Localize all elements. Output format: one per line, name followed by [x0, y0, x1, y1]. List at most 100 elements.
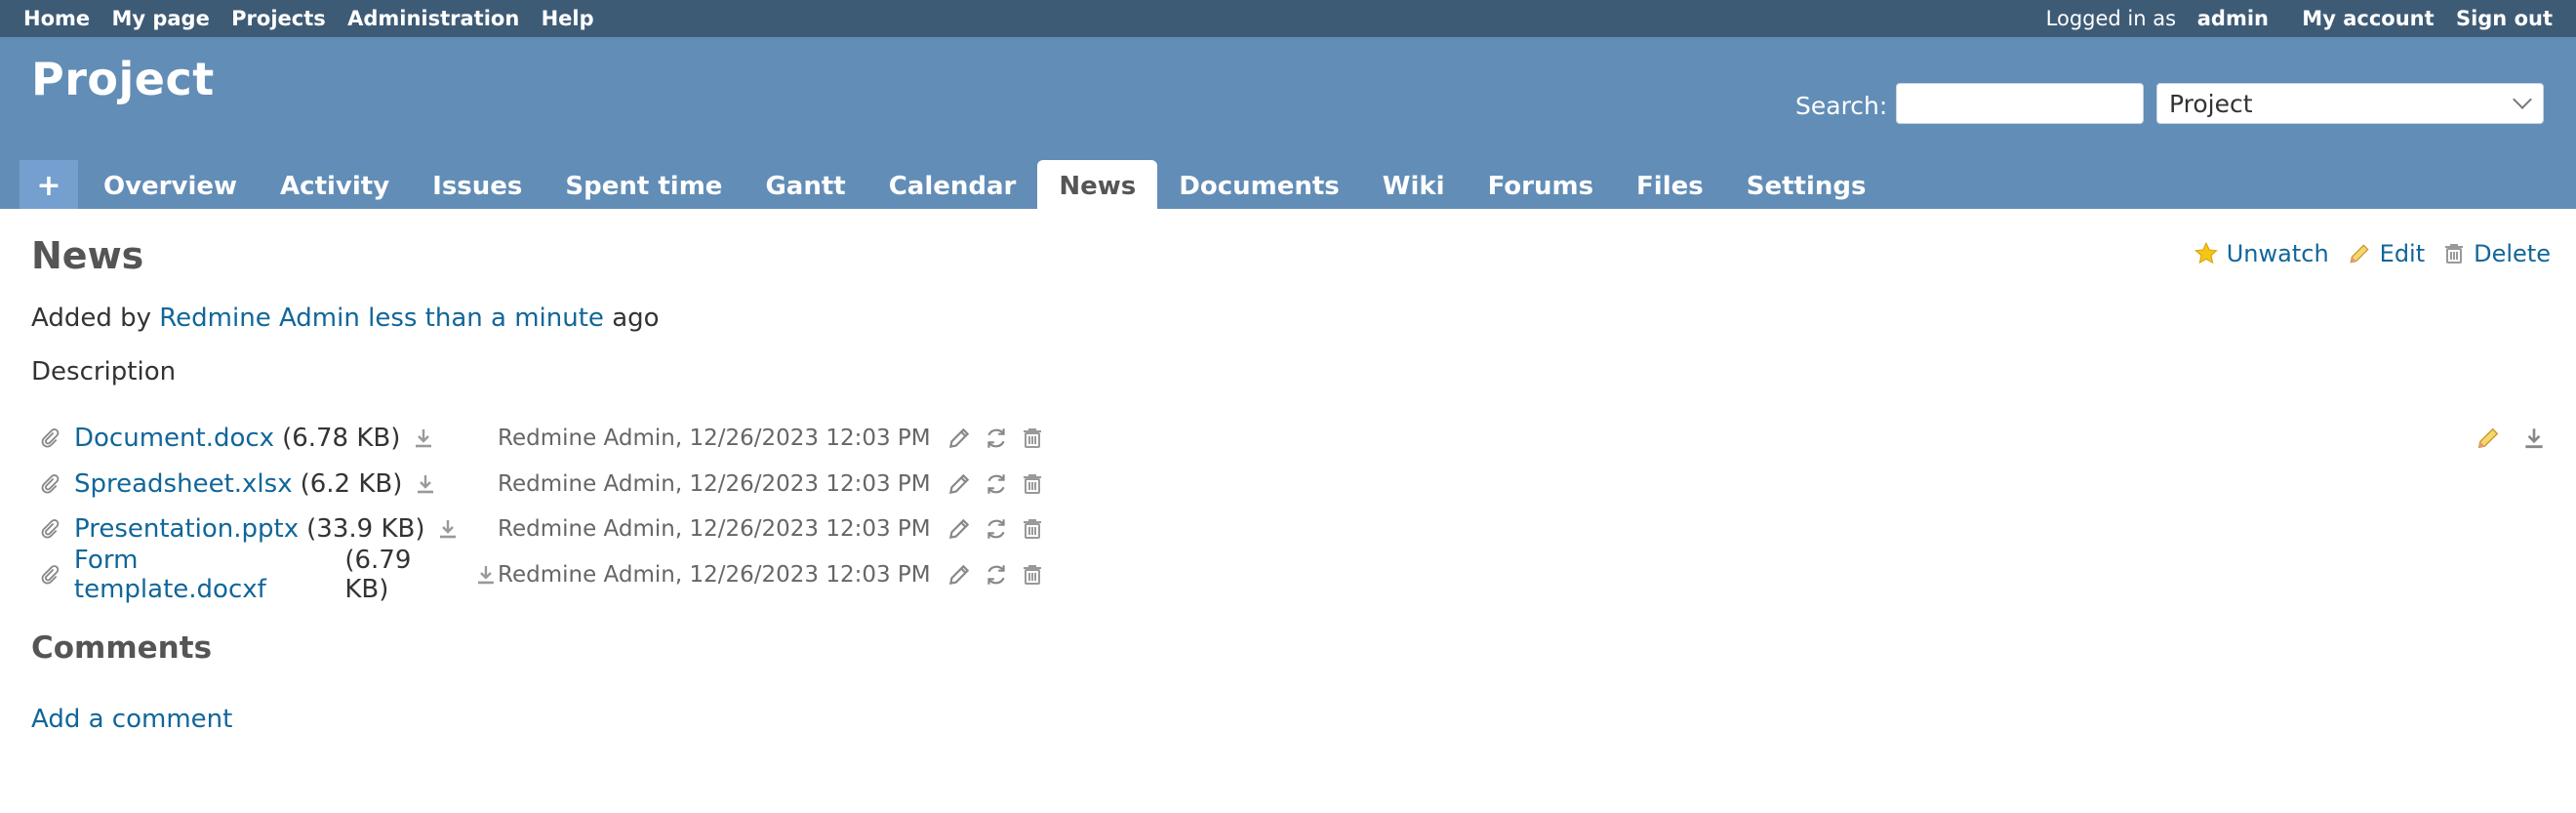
- top-menu-home[interactable]: Home: [23, 7, 90, 30]
- news-actions: Unwatch Edit Delete: [2176, 240, 2551, 267]
- unwatch-button[interactable]: Unwatch: [2194, 240, 2329, 267]
- tab-gantt[interactable]: Gantt: [744, 160, 866, 209]
- edit-button[interactable]: Edit: [2347, 240, 2425, 267]
- attachment-link[interactable]: Document.docx: [74, 424, 274, 453]
- attachment-row: Spreadsheet.xlsx (6.2 KB) Redmine Admin,…: [39, 462, 2547, 508]
- refresh-icon: [986, 474, 1005, 494]
- top-menu-administration[interactable]: Administration: [347, 7, 519, 30]
- paperclip-icon: [41, 519, 60, 539]
- unwatch-label: Unwatch: [2226, 240, 2329, 267]
- delete-attachment-button[interactable]: [1021, 516, 1044, 542]
- trash-icon: [2445, 244, 2464, 264]
- header: Project Search: Project + Overview Activ…: [0, 37, 2576, 209]
- pencil-icon: [948, 473, 969, 494]
- chevron-down-icon: [2513, 90, 2532, 109]
- tab-documents[interactable]: Documents: [1157, 160, 1361, 209]
- tab-news[interactable]: News: [1037, 160, 1158, 209]
- replace-attachment-button[interactable]: [984, 516, 1009, 542]
- refresh-icon: [986, 519, 1005, 539]
- main-tabs: + Overview Activity Issues Spent time Ga…: [20, 160, 1887, 209]
- pencil-icon: [948, 519, 969, 540]
- tab-spent-time[interactable]: Spent time: [543, 160, 744, 209]
- ago-text: ago: [612, 304, 660, 333]
- attachment-file: Spreadsheet.xlsx (6.2 KB): [39, 469, 498, 499]
- tab-settings[interactable]: Settings: [1725, 160, 1888, 209]
- trash-icon: [1023, 564, 1041, 585]
- attachments-list: Document.docx (6.78 KB) Redmine Admin, 1…: [39, 416, 2547, 604]
- attachment-author-date: Redmine Admin, 12/26/2023 12:03 PM: [498, 470, 931, 497]
- page-title: News: [31, 234, 144, 277]
- attachment-size: (33.9 KB): [306, 514, 425, 545]
- star-icon: [2194, 241, 2218, 264]
- top-menu: Home My page Projects Administration Hel…: [0, 0, 2576, 37]
- attachment-actions: [946, 516, 1056, 542]
- top-menu-help[interactable]: Help: [542, 7, 594, 30]
- delete-label: Delete: [2474, 240, 2551, 267]
- added-by-prefix: Added by: [31, 304, 151, 333]
- refresh-icon: [986, 565, 1005, 585]
- logged-in-prefix: Logged in as: [2045, 7, 2177, 30]
- attachment-file: Form template.docxf (6.79 KB): [39, 546, 498, 604]
- search-scope-select[interactable]: Project: [2156, 83, 2544, 124]
- attachment-link[interactable]: Presentation.pptx: [74, 514, 299, 544]
- top-menu-right: Logged in as admin My account Sign out: [2046, 7, 2553, 30]
- edit-label: Edit: [2379, 240, 2426, 267]
- search-label: Search:: [1795, 92, 1888, 120]
- download-icon[interactable]: [414, 471, 437, 497]
- attachment-author-date: Redmine Admin, 12/26/2023 12:03 PM: [498, 561, 931, 588]
- attachment-size: (6.2 KB): [300, 468, 403, 499]
- attachment-size: (6.78 KB): [282, 424, 401, 454]
- tab-calendar[interactable]: Calendar: [867, 160, 1038, 209]
- tab-wiki[interactable]: Wiki: [1361, 160, 1467, 209]
- delete-attachment-button[interactable]: [1021, 426, 1044, 451]
- attachment-meta: Redmine Admin, 12/26/2023 12:03 PM: [498, 426, 1056, 451]
- tab-files[interactable]: Files: [1615, 160, 1725, 209]
- top-menu-my-page[interactable]: My page: [111, 7, 209, 30]
- tab-issues[interactable]: Issues: [411, 160, 543, 209]
- download-icon[interactable]: [436, 516, 460, 542]
- time-link[interactable]: less than a minute: [368, 304, 604, 333]
- search-scope-value: Project: [2169, 90, 2253, 118]
- download-icon[interactable]: [474, 562, 498, 588]
- delete-button[interactable]: Delete: [2442, 240, 2551, 267]
- pencil-icon: [948, 564, 969, 585]
- delete-attachment-button[interactable]: [1021, 471, 1044, 497]
- edit-attachment-button[interactable]: [946, 426, 972, 451]
- project-title[interactable]: Project: [31, 53, 215, 105]
- edit-attachment-button[interactable]: [946, 516, 972, 542]
- new-object-tab[interactable]: +: [20, 160, 78, 209]
- author-link[interactable]: Redmine Admin: [159, 304, 360, 333]
- my-account-link[interactable]: My account: [2302, 7, 2434, 30]
- delete-attachment-button[interactable]: [1021, 562, 1044, 588]
- trash-icon: [1023, 473, 1041, 494]
- paperclip-icon: [41, 564, 60, 585]
- attachment-link[interactable]: Spreadsheet.xlsx: [74, 469, 293, 499]
- tab-overview[interactable]: Overview: [82, 160, 259, 209]
- search-input[interactable]: [1896, 83, 2144, 124]
- comments-heading: Comments: [31, 630, 213, 666]
- tab-activity[interactable]: Activity: [259, 160, 411, 209]
- logged-in-user[interactable]: admin: [2197, 7, 2269, 30]
- edit-attachment-button[interactable]: [946, 562, 972, 588]
- add-comment-link[interactable]: Add a comment: [31, 705, 232, 734]
- logged-in-status: Logged in as admin: [2046, 7, 2269, 30]
- download-icon[interactable]: [412, 426, 435, 451]
- trash-icon: [1023, 428, 1041, 449]
- top-menu-left: Home My page Projects Administration Hel…: [23, 7, 609, 30]
- replace-attachment-button[interactable]: [984, 426, 1009, 451]
- attachment-link[interactable]: Form template.docxf: [74, 546, 337, 604]
- attachment-file: Presentation.pptx (33.9 KB): [39, 514, 498, 544]
- attachment-actions: [946, 562, 1056, 588]
- description-label: Description: [31, 357, 177, 386]
- sign-out-link[interactable]: Sign out: [2456, 7, 2553, 30]
- replace-attachment-button[interactable]: [984, 471, 1009, 497]
- refresh-icon: [986, 428, 1005, 448]
- paperclip-icon: [41, 473, 60, 494]
- top-menu-projects[interactable]: Projects: [231, 7, 326, 30]
- attachment-size: (6.79 KB): [344, 545, 412, 604]
- edit-attachment-button[interactable]: [946, 471, 972, 497]
- main-content: News Unwatch Edit Delete Added by Redmin…: [0, 209, 2576, 813]
- tab-forums[interactable]: Forums: [1467, 160, 1615, 209]
- replace-attachment-button[interactable]: [984, 562, 1009, 588]
- attachment-file: Document.docx (6.78 KB): [39, 424, 498, 453]
